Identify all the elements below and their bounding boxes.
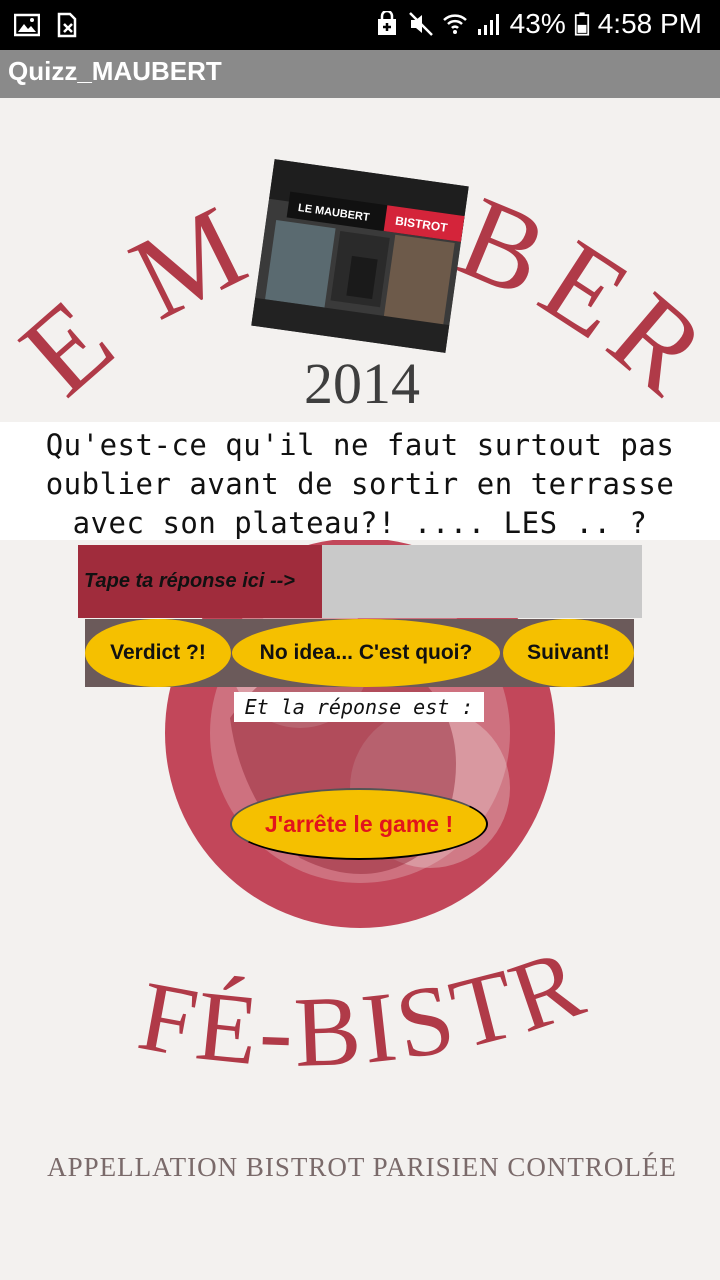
action-button-bar: Verdict ?! No idea... C'est quoi? Suivan… <box>85 619 634 687</box>
security-icon <box>377 11 396 35</box>
no-idea-button[interactable]: No idea... C'est quoi? <box>232 619 500 687</box>
bistro-photo: LE MAUBERT BISTROT <box>251 159 469 353</box>
app-bar: Quizz_MAUBERT <box>0 50 720 98</box>
status-bar: 43% 4:58 PM <box>0 0 720 50</box>
answer-input[interactable] <box>322 545 642 618</box>
next-button[interactable]: Suivant! <box>503 619 634 687</box>
mute-icon <box>408 12 433 36</box>
battery-icon <box>574 12 589 36</box>
question-text: Qu'est-ce qu'il ne faut surtout pas oubl… <box>45 428 675 540</box>
wifi-icon <box>442 14 467 34</box>
clock: 4:58 PM <box>597 8 702 39</box>
quit-button[interactable]: J'arrête le game ! <box>230 788 488 860</box>
answer-label-text: Tape ta réponse ici --> <box>84 570 295 592</box>
signal-icon <box>477 14 499 35</box>
verdict-button[interactable]: Verdict ?! <box>85 619 231 687</box>
answer-row: Tape ta réponse ici --> <box>78 545 642 618</box>
battery-percent: 43% <box>509 8 566 39</box>
tagline-text: APPELLATION BISTROT PARISIEN CONTROLÉE <box>47 1152 677 1182</box>
image-notification-icon <box>14 13 40 37</box>
year-text: 2014 <box>304 351 420 416</box>
result-label: Et la réponse est : <box>234 692 484 722</box>
no-sim-icon <box>57 12 77 38</box>
answer-label: Tape ta réponse ici --> <box>78 545 322 618</box>
app-title: Quizz_MAUBERT <box>8 56 222 86</box>
question-panel: Qu'est-ce qu'il ne faut surtout pas oubl… <box>0 422 720 540</box>
